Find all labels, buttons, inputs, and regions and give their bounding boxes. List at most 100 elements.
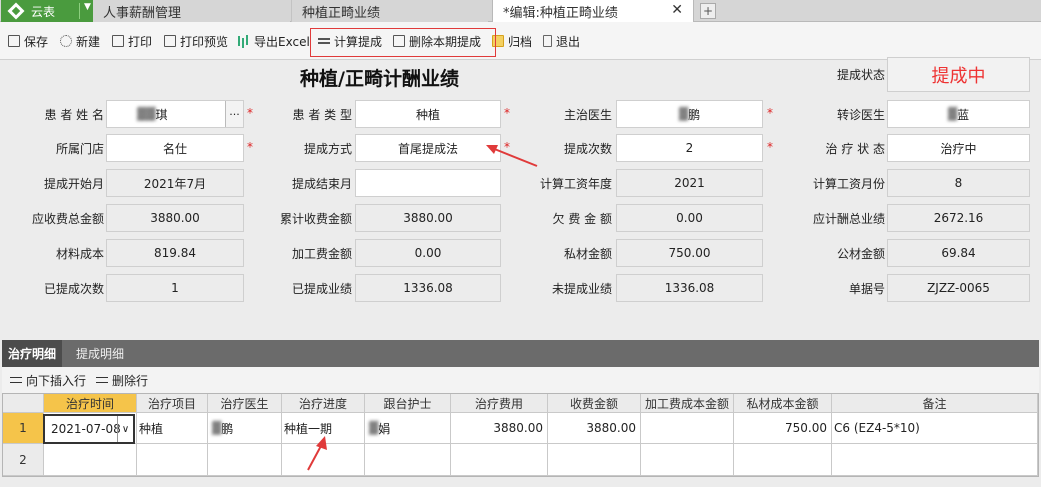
col-header[interactable]: 加工费成本金额 — [641, 394, 734, 413]
col-header[interactable]: 治疗进度 — [282, 394, 365, 413]
redacted-text: ▓ — [678, 107, 689, 121]
new-button[interactable]: 新建 — [60, 33, 100, 49]
status-label: 提成状态 — [836, 67, 885, 82]
col-header[interactable]: 治疗时间 — [44, 394, 137, 413]
add-tab-icon[interactable]: + — [700, 3, 716, 19]
salary-year-field: 2021 — [616, 169, 763, 197]
date-editor-input[interactable]: 2021-07-08 ∨ — [43, 414, 135, 444]
export-excel-button[interactable]: 导出Excel — [238, 33, 310, 49]
table-cell[interactable] — [548, 444, 641, 476]
doctor-field[interactable]: ▓ 鹏 — [616, 100, 763, 128]
chevron-down-icon[interactable]: ▼ — [84, 2, 91, 12]
row-number[interactable]: 1 — [3, 413, 44, 444]
close-icon[interactable]: ✕ — [671, 2, 683, 18]
patient-name-field[interactable]: ▓▓ 琪 ··· — [106, 100, 244, 128]
annotation-arrow — [307, 436, 327, 471]
print-preview-icon — [164, 35, 176, 47]
tab-treatment-detail[interactable]: 治疗明细 — [2, 340, 63, 367]
done-times-label: 已提成次数 — [43, 281, 104, 296]
redacted-text: ▓ — [369, 421, 379, 435]
tab-label: *编辑:种植正畸业绩 — [503, 6, 618, 21]
app-menu-button[interactable]: 云表 ▼ — [1, 0, 93, 22]
exit-button[interactable]: 退出 — [543, 33, 580, 49]
store-field[interactable]: 名仕 — [106, 134, 244, 162]
app-logo-icon — [7, 2, 25, 20]
col-header[interactable]: 跟台护士 — [365, 394, 451, 413]
table-cell[interactable]: 3880.00 — [548, 413, 641, 444]
insert-row-button[interactable]: 向下插入行 — [10, 372, 86, 388]
table-cell[interactable] — [641, 444, 734, 476]
done-perf-label: 已提成业绩 — [291, 281, 352, 296]
doc-no-field: ZJZZ-0065 — [887, 274, 1030, 302]
table-cell[interactable] — [208, 444, 282, 476]
col-header[interactable]: 治疗费用 — [451, 394, 548, 413]
delete-row-button[interactable]: 删除行 — [96, 372, 148, 388]
table-cell[interactable]: C6 (EZ4-5*10) — [832, 413, 1038, 444]
print-label: 打印 — [128, 34, 153, 49]
treat-status-label: 治 疗 状 态 — [825, 141, 885, 156]
referral-doctor-value: 蓝 — [957, 107, 970, 122]
table-cell[interactable]: 750.00 — [734, 413, 832, 444]
private-label: 私材金额 — [563, 246, 612, 261]
print-button[interactable]: 打印 — [112, 33, 152, 49]
col-header[interactable]: 治疗医生 — [208, 394, 282, 413]
arrears-field: 0.00 — [616, 204, 763, 232]
treat-status-field[interactable]: 治疗中 — [887, 134, 1030, 162]
store-label: 所属门店 — [55, 141, 104, 156]
tab-commission-detail[interactable]: 提成明细 — [70, 340, 130, 367]
undone-perf-field: 1336.08 — [616, 274, 763, 302]
table-cell[interactable]: 种植 — [137, 413, 208, 444]
tab-bar: 云表 ▼ 人事薪酬管理 种植正畸业绩 *编辑:种植正畸业绩 ✕ + — [0, 0, 1041, 23]
table-cell[interactable]: ▓ 鹏 — [208, 413, 282, 444]
tab-edit-implant-ortho-perf[interactable]: *编辑:种植正畸业绩 ✕ — [492, 0, 694, 23]
arrears-label: 欠 费 金 额 — [552, 211, 612, 226]
print-preview-button[interactable]: 打印预览 — [164, 33, 228, 49]
row-number[interactable]: 2 — [3, 444, 44, 476]
required-mark: * — [767, 106, 773, 120]
patient-name-label: 患 者 姓 名 — [44, 107, 104, 122]
times-field[interactable]: 2 — [616, 134, 763, 162]
redacted-text: ▓ — [212, 421, 222, 435]
detail-toolbar: 向下插入行 删除行 — [2, 367, 1039, 393]
salary-month-field: 8 — [887, 169, 1030, 197]
archive-button[interactable]: 归档 — [492, 33, 532, 49]
detail-tab-bar: 治疗明细 提成明细 — [2, 340, 1039, 367]
chevron-down-icon[interactable]: ∨ — [117, 416, 133, 442]
grid-corner — [3, 394, 44, 413]
receivable-label: 应收费总金额 — [31, 211, 104, 226]
save-button[interactable]: 保存 — [8, 33, 48, 49]
referral-doctor-field[interactable]: ▓ 蓝 — [887, 100, 1030, 128]
insert-row-icon — [10, 374, 22, 386]
tab-implant-ortho-perf[interactable]: 种植正畸业绩 — [291, 0, 488, 22]
tab-hr-payroll[interactable]: 人事薪酬管理 — [93, 0, 290, 22]
table-cell[interactable] — [44, 444, 137, 476]
processing-label: 加工费金额 — [291, 246, 352, 261]
referral-doctor-label: 转诊医生 — [836, 107, 885, 122]
table-cell[interactable] — [832, 444, 1038, 476]
table-cell[interactable] — [641, 413, 734, 444]
required-mark: * — [247, 140, 253, 154]
table-cell[interactable] — [137, 444, 208, 476]
status-value: 提成中 — [887, 57, 1030, 92]
done-perf-field: 1336.08 — [355, 274, 501, 302]
save-label: 保存 — [24, 34, 49, 49]
col-header[interactable]: 私材成本金额 — [734, 394, 832, 413]
col-header[interactable]: 治疗项目 — [137, 394, 208, 413]
more-icon[interactable]: ··· — [225, 101, 243, 127]
table-cell[interactable] — [365, 444, 451, 476]
processing-field: 0.00 — [355, 239, 501, 267]
print-preview-label: 打印预览 — [180, 34, 229, 49]
archive-label: 归档 — [508, 34, 533, 49]
table-cell[interactable]: 3880.00 — [451, 413, 548, 444]
col-header[interactable]: 备注 — [832, 394, 1038, 413]
method-field[interactable]: 首尾提成法 — [355, 134, 501, 162]
end-month-field[interactable] — [355, 169, 501, 197]
table-cell[interactable] — [734, 444, 832, 476]
patient-type-field[interactable]: 种植 — [355, 100, 501, 128]
table-cell[interactable]: ▓ 娟 — [365, 413, 451, 444]
table-cell[interactable] — [451, 444, 548, 476]
public-label: 公材金额 — [836, 246, 885, 261]
col-header[interactable]: 收费金额 — [548, 394, 641, 413]
cell-doctor-value: 鹏 — [221, 421, 234, 436]
redacted-text: ▓▓ — [137, 107, 156, 121]
